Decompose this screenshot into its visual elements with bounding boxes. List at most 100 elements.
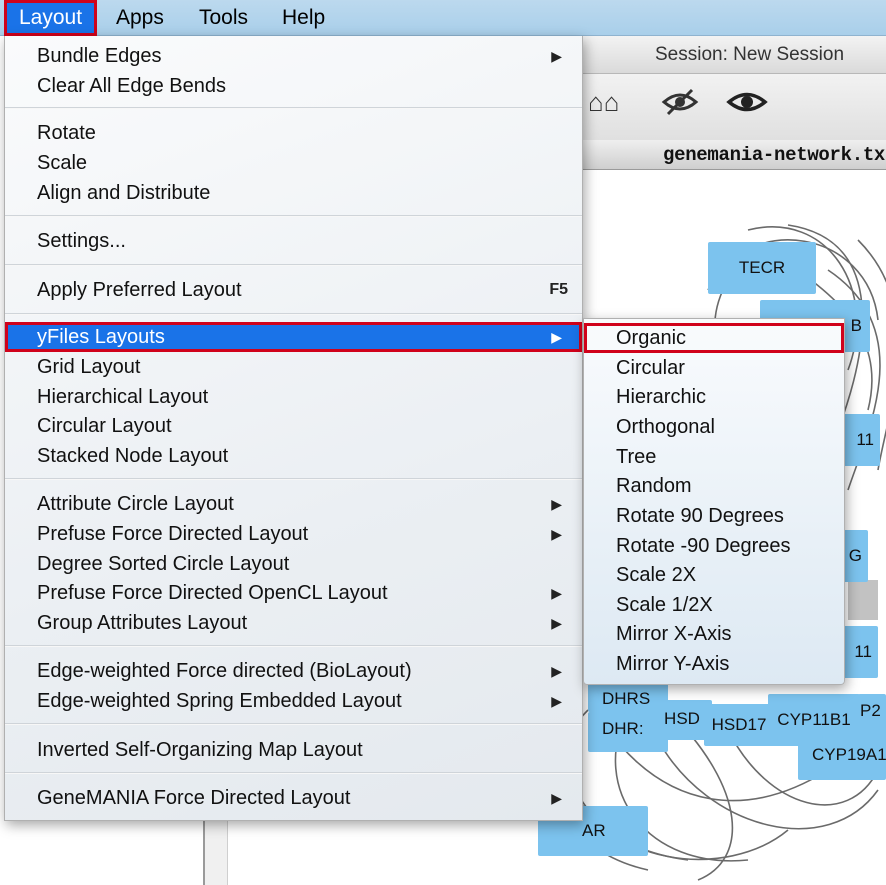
submenu-item-label: Tree	[616, 446, 657, 468]
submenu-item-scale-2x[interactable]: Scale 2X	[584, 560, 844, 590]
menu-item-bundle-edges[interactable]: Bundle Edges ▶	[5, 41, 582, 71]
menu-item-scale[interactable]: Scale	[5, 148, 582, 178]
submenu-item-label: Orthogonal	[616, 416, 715, 438]
network-node[interactable]: CYP19A1	[798, 730, 886, 780]
menu-item-rotate[interactable]: Rotate	[5, 118, 582, 148]
menu-layout-label: Layout	[19, 6, 83, 29]
menu-item-circular-layout[interactable]: Circular Layout	[5, 411, 582, 441]
submenu-arrow-icon: ▶	[551, 48, 562, 64]
submenu-arrow-icon: ▶	[551, 790, 562, 806]
submenu-item-random[interactable]: Random	[584, 471, 844, 501]
node-label: B	[850, 316, 862, 335]
menu-tools-label: Tools	[199, 6, 249, 29]
menu-item-label: Inverted Self-Organizing Map Layout	[37, 739, 363, 761]
submenu-item-label: Mirror Y-Axis	[616, 653, 730, 675]
menu-item-edge-weighted-spring-embedded[interactable]: Edge-weighted Spring Embedded Layout ▶	[5, 686, 582, 716]
submenu-arrow-icon: ▶	[551, 693, 562, 709]
menu-item-label: Align and Distribute	[37, 182, 211, 204]
submenu-item-mirror-x[interactable]: Mirror X-Axis	[584, 619, 844, 649]
menu-help[interactable]: Help	[270, 0, 337, 36]
submenu-item-rotate-90[interactable]: Rotate 90 Degrees	[584, 501, 844, 531]
menu-item-label: Circular Layout	[37, 415, 172, 437]
menu-item-label: Apply Preferred Layout	[37, 279, 242, 301]
panel-divider[interactable]	[203, 820, 228, 885]
menu-apps[interactable]: Apps	[104, 0, 176, 36]
submenu-arrow-icon: ▶	[551, 526, 562, 542]
menu-item-label: Hierarchical Layout	[37, 386, 209, 408]
submenu-arrow-icon: ▶	[551, 663, 562, 679]
session-title: Session: New Session	[655, 44, 845, 65]
menu-item-genemania-force-directed[interactable]: GeneMANIA Force Directed Layout ▶	[5, 783, 582, 813]
node-label: HSD17	[711, 715, 767, 734]
node-label: TECR	[738, 258, 786, 277]
session-title-bar: Session: New Session	[583, 36, 886, 74]
menu-separator	[5, 313, 582, 315]
menu-item-yfiles-layouts[interactable]: yFiles Layouts ▶	[5, 322, 582, 352]
network-tab[interactable]: genemania-network.txt	[583, 140, 886, 170]
menu-item-label: Settings...	[37, 230, 126, 252]
yfiles-submenu: Organic Circular Hierarchic Orthogonal T…	[583, 318, 845, 685]
menu-item-align-distribute[interactable]: Align and Distribute	[5, 178, 582, 208]
menu-item-label: Bundle Edges	[37, 45, 162, 67]
network-node[interactable]: HSD	[652, 700, 712, 740]
menu-item-label: Rotate	[37, 122, 96, 144]
network-tab-title: genemania-network.txt	[663, 144, 886, 166]
submenu-item-organic[interactable]: Organic	[584, 323, 844, 353]
submenu-item-label: Rotate -90 Degrees	[616, 535, 791, 557]
menu-item-degree-sorted-circle[interactable]: Degree Sorted Circle Layout	[5, 549, 582, 579]
menu-item-label: Attribute Circle Layout	[37, 493, 234, 515]
home-icon[interactable]: ⌂⌂	[588, 86, 619, 118]
submenu-item-hierarchic[interactable]: Hierarchic	[584, 382, 844, 412]
menu-item-prefuse-force-directed[interactable]: Prefuse Force Directed Layout ▶	[5, 519, 582, 549]
submenu-item-orthogonal[interactable]: Orthogonal	[584, 412, 844, 442]
submenu-item-tree[interactable]: Tree	[584, 442, 844, 472]
submenu-item-circular[interactable]: Circular	[584, 353, 844, 383]
hide-icon[interactable]	[660, 86, 700, 125]
node-label: CYP19A1	[812, 745, 886, 764]
node-label: 11	[856, 430, 874, 449]
menu-item-group-attributes-layout[interactable]: Group Attributes Layout ▶	[5, 608, 582, 638]
submenu-item-rotate-minus-90[interactable]: Rotate -90 Degrees	[584, 531, 844, 561]
menu-item-label: Group Attributes Layout	[37, 612, 248, 634]
menu-item-hierarchical-layout[interactable]: Hierarchical Layout	[5, 382, 582, 412]
menu-item-attribute-circle-layout[interactable]: Attribute Circle Layout ▶	[5, 489, 582, 519]
submenu-arrow-icon: ▶	[551, 615, 562, 631]
menu-item-label: Scale	[37, 152, 88, 174]
network-node[interactable]: P2	[858, 694, 886, 734]
show-icon[interactable]	[726, 86, 768, 125]
menu-layout[interactable]: Layout	[4, 0, 98, 36]
network-node[interactable]: HSD17	[704, 704, 774, 746]
node-label: HSD	[664, 709, 700, 728]
menu-item-label: Clear All Edge Bends	[37, 75, 227, 97]
menu-tools[interactable]: Tools	[187, 0, 260, 36]
submenu-item-label: Random	[616, 475, 692, 497]
menu-item-stacked-node-layout[interactable]: Stacked Node Layout	[5, 441, 582, 471]
menu-item-prefuse-force-directed-opencl[interactable]: Prefuse Force Directed OpenCL Layout ▶	[5, 578, 582, 608]
node-label: DHRS	[602, 689, 651, 708]
menu-item-inverted-som-layout[interactable]: Inverted Self-Organizing Map Layout	[5, 735, 582, 765]
menu-item-label: Degree Sorted Circle Layout	[37, 553, 290, 575]
menu-item-edge-weighted-force-directed[interactable]: Edge-weighted Force directed (BioLayout)…	[5, 656, 582, 686]
submenu-arrow-icon: ▶	[551, 496, 562, 512]
submenu-item-label: Hierarchic	[616, 386, 707, 408]
menu-item-label: Edge-weighted Spring Embedded Layout	[37, 690, 402, 712]
menu-item-label: Stacked Node Layout	[37, 445, 229, 467]
menu-item-settings[interactable]: Settings...	[5, 226, 582, 256]
submenu-item-mirror-y[interactable]: Mirror Y-Axis	[584, 649, 844, 679]
menu-separator	[5, 723, 582, 725]
menu-item-label: GeneMANIA Force Directed Layout	[37, 787, 351, 809]
submenu-item-label: Scale 2X	[616, 564, 697, 586]
menu-item-clear-edge-bends[interactable]: Clear All Edge Bends	[5, 71, 582, 101]
node-label: 11	[854, 642, 872, 661]
submenu-item-label: Organic	[616, 327, 687, 349]
menu-apps-label: Apps	[116, 6, 164, 29]
network-node[interactable]: TECR	[708, 242, 816, 294]
menu-item-label: Prefuse Force Directed OpenCL Layout	[37, 582, 388, 604]
shortcut-label: F5	[549, 281, 568, 298]
menu-item-label: yFiles Layouts	[37, 326, 165, 348]
menu-separator	[5, 478, 582, 480]
submenu-item-scale-half[interactable]: Scale 1/2X	[584, 590, 844, 620]
menu-item-apply-preferred-layout[interactable]: Apply Preferred Layout F5	[5, 275, 582, 305]
menu-item-grid-layout[interactable]: Grid Layout	[5, 352, 582, 382]
menu-separator	[5, 264, 582, 266]
